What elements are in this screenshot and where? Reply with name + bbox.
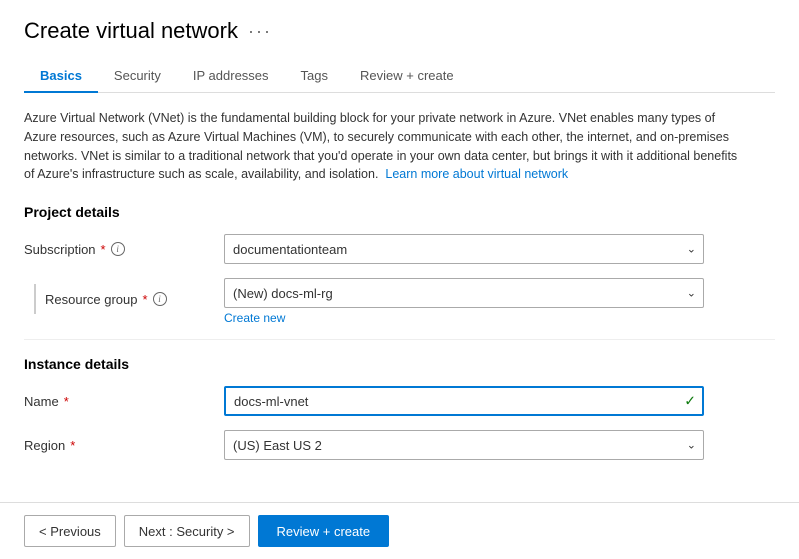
subscription-select-wrapper: documentationteam ⌄ <box>224 234 704 264</box>
subscription-label: Subscription * i <box>24 242 224 257</box>
subscription-select[interactable]: documentationteam <box>224 234 704 264</box>
instance-details-heading: Instance details <box>24 356 775 372</box>
resource-group-select[interactable]: (New) docs-ml-rg <box>224 278 704 308</box>
header: Create virtual network ··· Basics Securi… <box>0 0 799 93</box>
indent-line <box>34 284 36 314</box>
content-area: Azure Virtual Network (VNet) is the fund… <box>0 93 799 502</box>
resource-group-info-icon[interactable]: i <box>153 292 167 306</box>
tabs-row: Basics Security IP addresses Tags Review… <box>24 60 775 93</box>
review-create-button[interactable]: Review + create <box>258 515 390 547</box>
subscription-info-icon[interactable]: i <box>111 242 125 256</box>
tab-review-create[interactable]: Review + create <box>344 60 470 93</box>
previous-button[interactable]: < Previous <box>24 515 116 547</box>
region-select[interactable]: (US) East US 2 <box>224 430 704 460</box>
region-field-row: Region * (US) East US 2 ⌄ <box>24 430 775 460</box>
more-options-button[interactable]: ··· <box>248 21 272 42</box>
subscription-control: documentationteam ⌄ <box>224 234 704 264</box>
resource-group-select-wrapper: (New) docs-ml-rg ⌄ <box>224 278 704 308</box>
page-title: Create virtual network <box>24 18 238 44</box>
subscription-required-star: * <box>101 242 106 257</box>
resource-group-control: (New) docs-ml-rg ⌄ Create new <box>224 278 704 325</box>
project-details-heading: Project details <box>24 204 775 220</box>
tab-basics[interactable]: Basics <box>24 60 98 93</box>
resource-group-label: Resource group * i <box>45 292 167 307</box>
name-label: Name * <box>24 394 224 409</box>
name-valid-icon: ✓ <box>684 393 696 410</box>
region-control: (US) East US 2 ⌄ <box>224 430 704 460</box>
footer: < Previous Next : Security > Review + cr… <box>0 502 799 559</box>
page-title-row: Create virtual network ··· <box>24 18 775 44</box>
region-required-star: * <box>70 438 75 453</box>
resource-group-label-col: Resource group * i <box>24 278 224 314</box>
subscription-field-row: Subscription * i documentationteam ⌄ <box>24 234 775 264</box>
region-select-wrapper: (US) East US 2 ⌄ <box>224 430 704 460</box>
name-required-star: * <box>64 394 69 409</box>
tab-security[interactable]: Security <box>98 60 177 93</box>
name-control: ✓ <box>224 386 704 416</box>
description-text: Azure Virtual Network (VNet) is the fund… <box>24 109 744 184</box>
section-divider <box>24 339 775 340</box>
resource-group-required-star: * <box>143 292 148 307</box>
next-security-button[interactable]: Next : Security > <box>124 515 250 547</box>
name-field-row: Name * ✓ <box>24 386 775 416</box>
page-container: Create virtual network ··· Basics Securi… <box>0 0 799 559</box>
tab-tags[interactable]: Tags <box>285 60 344 93</box>
learn-more-link[interactable]: Learn more about virtual network <box>385 167 568 181</box>
tab-ip-addresses[interactable]: IP addresses <box>177 60 285 93</box>
create-new-resource-group-link[interactable]: Create new <box>224 311 704 325</box>
region-label: Region * <box>24 438 224 453</box>
name-input[interactable] <box>224 386 704 416</box>
resource-group-field-row: Resource group * i (New) docs-ml-rg ⌄ Cr… <box>24 278 775 325</box>
